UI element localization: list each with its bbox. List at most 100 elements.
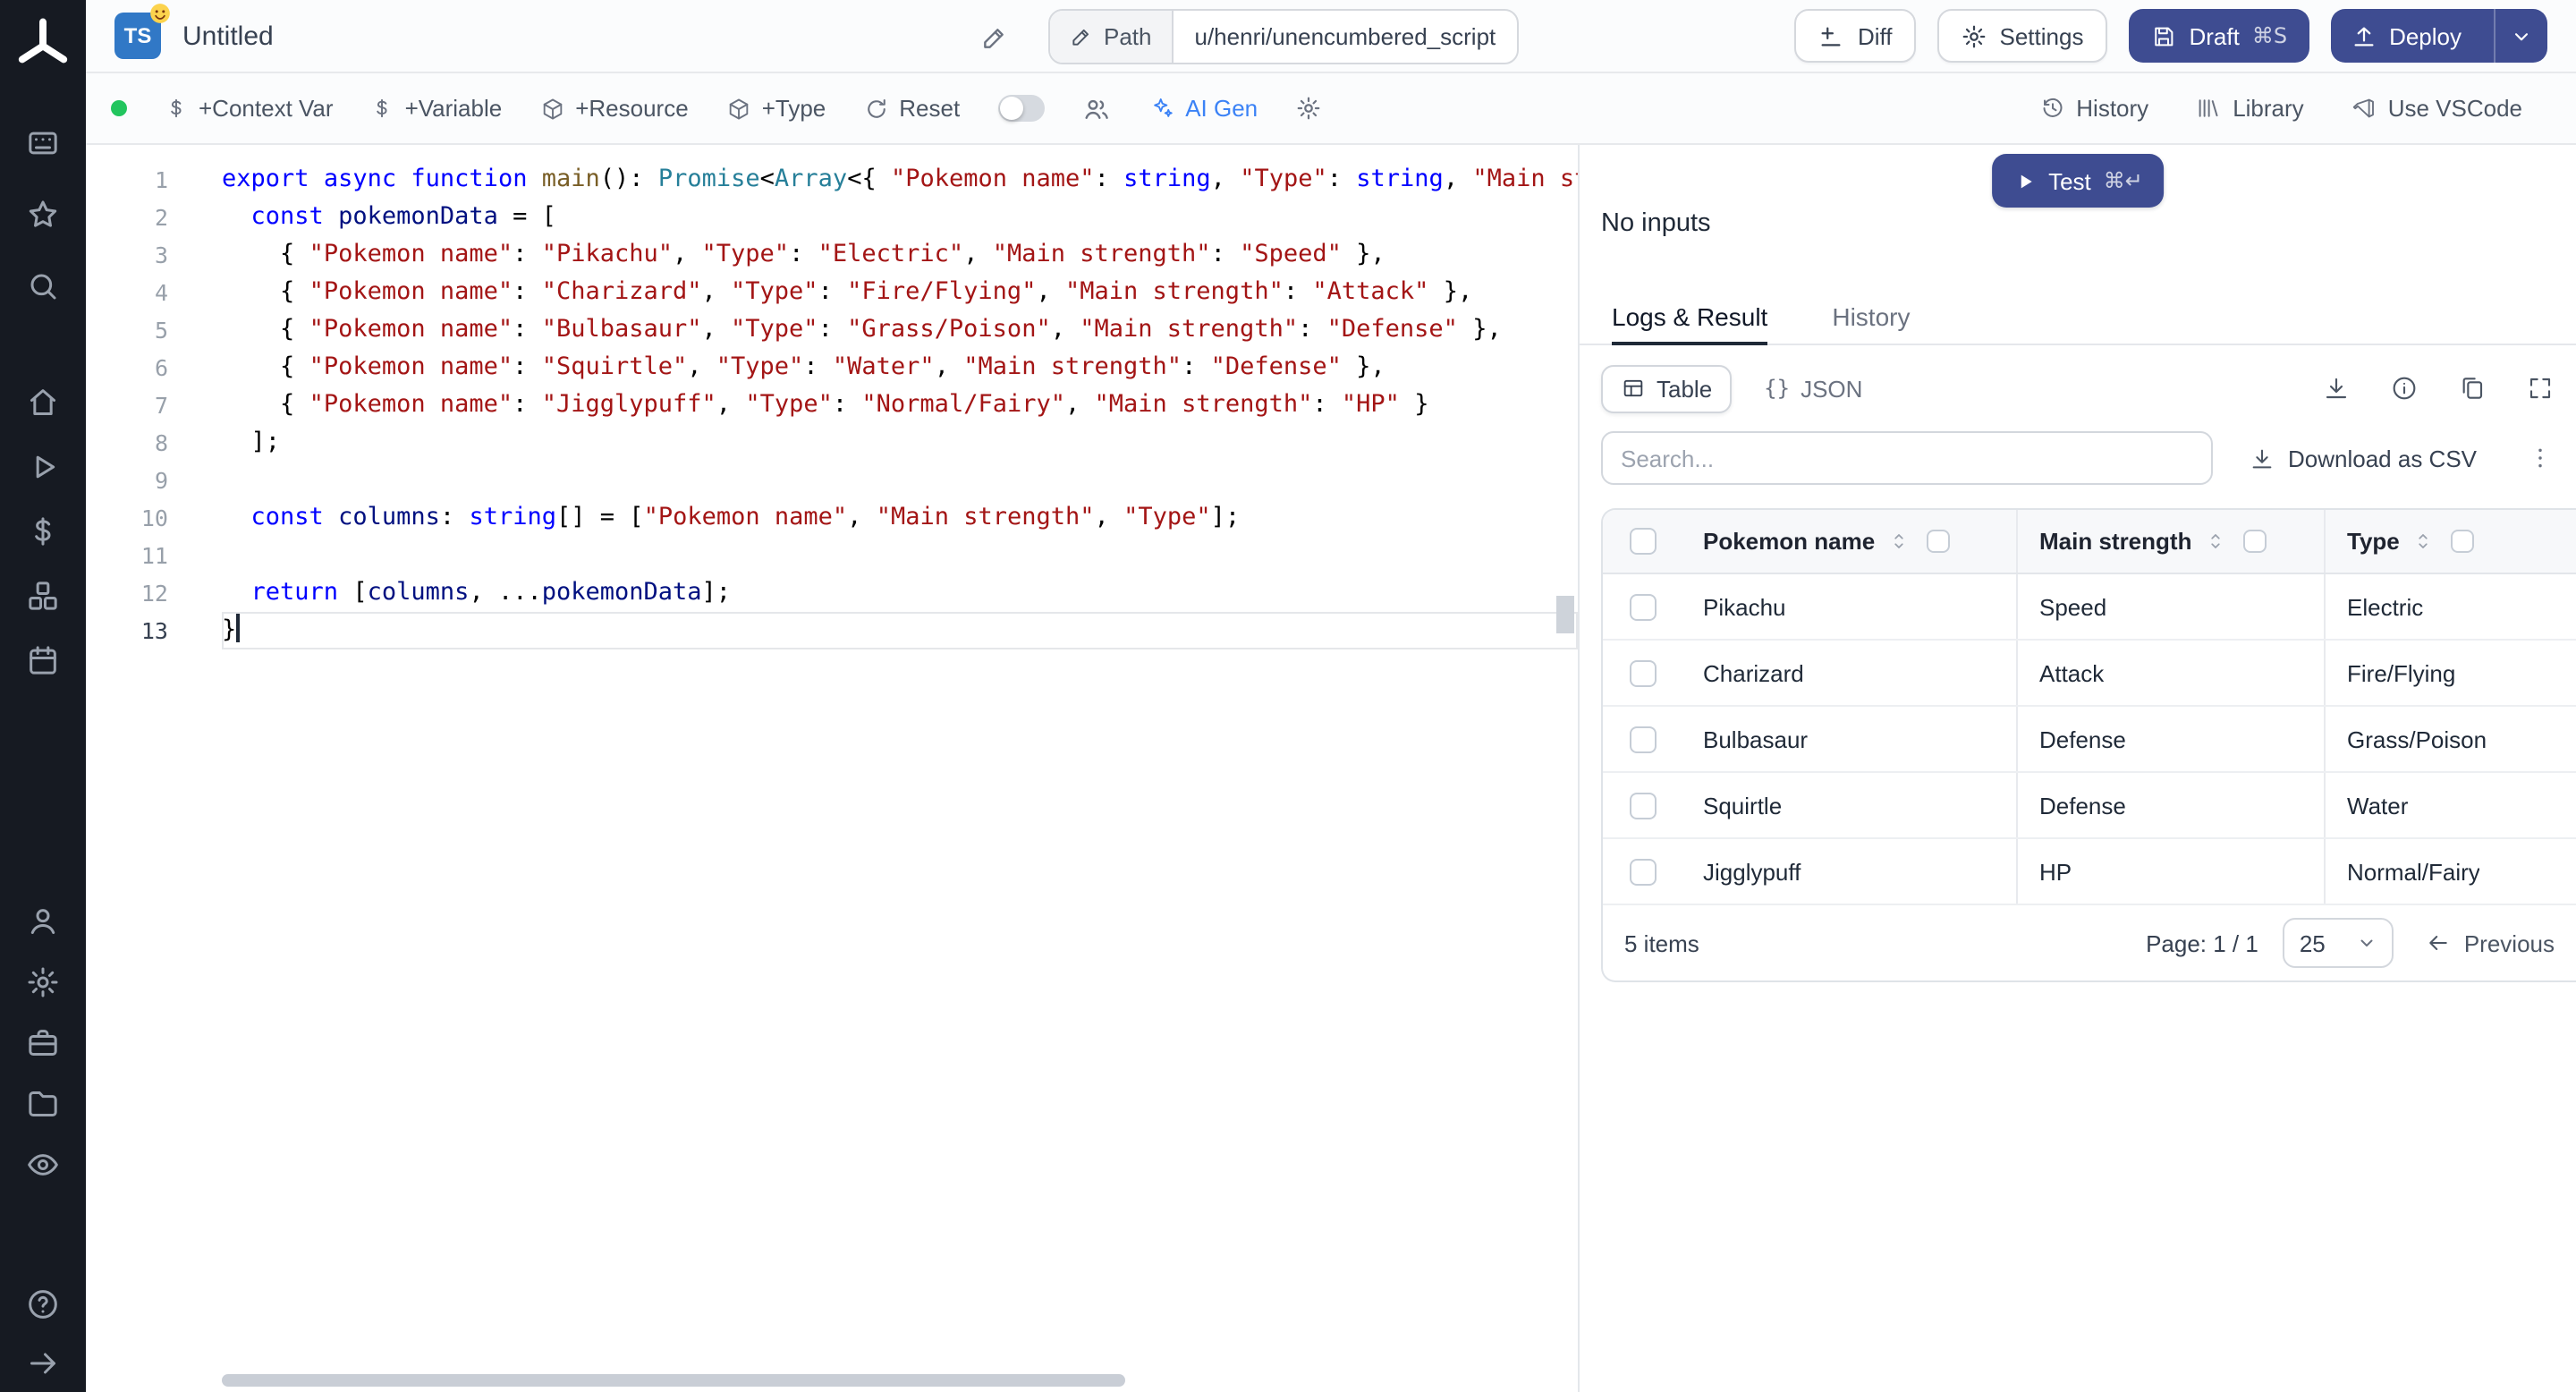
row-checkbox[interactable] xyxy=(1629,792,1656,819)
arrow-left-icon xyxy=(2427,930,2452,955)
code-line-2[interactable]: 2 const pokemonData = [ xyxy=(86,199,1578,236)
result-info-button[interactable] xyxy=(2390,374,2419,403)
table-row[interactable]: Jigglypuff HP Normal/Fairy xyxy=(1603,839,2576,905)
code-line-4[interactable]: 4 { "Pokemon name": "Charizard", "Type":… xyxy=(86,274,1578,311)
test-button[interactable]: Test ⌘↵ xyxy=(1991,154,2165,208)
history-button[interactable]: History xyxy=(2038,95,2148,122)
add-context-var-button[interactable]: +Context Var xyxy=(165,95,334,122)
column-header[interactable]: Pokemon name xyxy=(1682,510,2018,573)
dollar-icon xyxy=(371,97,394,120)
download-icon xyxy=(2322,374,2351,403)
search-input[interactable] xyxy=(1601,431,2213,485)
tab-logs-result[interactable]: Logs & Result xyxy=(1612,288,1768,345)
download-result-button[interactable] xyxy=(2322,374,2351,403)
status-dot xyxy=(111,100,127,116)
view-table-label: Table xyxy=(1657,375,1713,402)
expand-result-button[interactable] xyxy=(2526,374,2555,403)
table-row[interactable]: Squirtle Defense Water xyxy=(1603,773,2576,839)
table-cell: Grass/Poison xyxy=(2326,707,2576,771)
sort-icon[interactable] xyxy=(2204,530,2227,553)
gear-icon xyxy=(1961,22,1987,49)
table-cell: Fire/Flying xyxy=(2326,641,2576,705)
expand-sidebar-icon[interactable] xyxy=(25,1345,61,1381)
code-line-10[interactable]: 10 const columns: string[] = ["Pokemon n… xyxy=(86,499,1578,537)
settings-icon[interactable] xyxy=(25,964,61,1000)
help-icon[interactable] xyxy=(25,1286,61,1322)
code-editor[interactable]: 1 export async function main(): Promise<A… xyxy=(86,145,1578,1392)
row-checkbox-cell xyxy=(1603,839,1682,904)
folders-icon[interactable] xyxy=(25,1086,61,1122)
column-checkbox[interactable] xyxy=(2451,530,2475,553)
use-vscode-button[interactable]: Use VSCode xyxy=(2351,95,2522,122)
path-group[interactable]: Path u/henri/unencumbered_script xyxy=(1048,9,1520,64)
view-json-button[interactable]: {} JSON xyxy=(1753,364,1873,412)
edit-title-button[interactable] xyxy=(980,22,1009,51)
user-icon[interactable] xyxy=(25,904,61,939)
code-line-13[interactable]: 13} xyxy=(86,612,1578,649)
editor-settings-button[interactable] xyxy=(1295,95,1322,122)
runs-icon[interactable] xyxy=(25,449,61,485)
diff-button[interactable]: Diff xyxy=(1794,9,1916,63)
code-line-11[interactable]: 11 xyxy=(86,537,1578,574)
column-header[interactable]: Type xyxy=(2326,510,2576,573)
reset-button[interactable]: Reset xyxy=(863,95,960,122)
code-line-8[interactable]: 8 ]; xyxy=(86,424,1578,462)
line-number: 6 xyxy=(154,354,168,381)
copy-result-button[interactable] xyxy=(2458,374,2487,403)
tab-history[interactable]: History xyxy=(1832,288,1910,344)
row-checkbox[interactable] xyxy=(1629,726,1656,752)
ai-gen-button[interactable]: AI Gen xyxy=(1148,95,1258,122)
column-checkbox[interactable] xyxy=(1927,530,1951,553)
code-line-9[interactable]: 9 xyxy=(86,462,1578,499)
variables-icon[interactable] xyxy=(25,514,61,549)
multiplayer-toggle[interactable] xyxy=(997,95,1045,122)
code-text: } xyxy=(222,612,1578,649)
path-value: u/henri/unencumbered_script xyxy=(1194,23,1496,50)
code-line-3[interactable]: 3 { "Pokemon name": "Pikachu", "Type": "… xyxy=(86,236,1578,274)
home-icon[interactable] xyxy=(25,385,61,420)
column-checkbox[interactable] xyxy=(2243,530,2267,553)
line-number: 7 xyxy=(154,392,168,419)
row-checkbox[interactable] xyxy=(1629,659,1656,686)
more-options-button[interactable] xyxy=(2526,444,2555,472)
code-line-5[interactable]: 5 { "Pokemon name": "Bulbasaur", "Type":… xyxy=(86,311,1578,349)
row-checkbox[interactable] xyxy=(1629,593,1656,620)
view-table-button[interactable]: Table xyxy=(1601,364,1733,412)
star-icon[interactable] xyxy=(25,197,61,233)
page-size-select[interactable]: 25 xyxy=(2283,918,2394,968)
add-variable-button[interactable]: +Variable xyxy=(371,95,502,122)
previous-page-button[interactable]: Previous xyxy=(2427,929,2555,956)
deploy-button[interactable]: Deploy xyxy=(2330,9,2481,63)
library-button[interactable]: Library xyxy=(2195,95,2304,122)
sort-icon[interactable] xyxy=(1887,530,1911,553)
topbar: TS Untitled Path u/henri/unencumbered_sc… xyxy=(86,0,2576,73)
code-line-12[interactable]: 12 return [columns, ...pokemonData]; xyxy=(86,574,1578,612)
row-checkbox[interactable] xyxy=(1629,858,1656,885)
sort-icon[interactable] xyxy=(2412,530,2436,553)
multiplayer-users-button[interactable] xyxy=(1081,94,1110,123)
deploy-dropdown-button[interactable] xyxy=(2494,9,2547,63)
download-as-csv-button[interactable]: Download as CSV xyxy=(2249,445,2477,471)
table-row[interactable]: Charizard Attack Fire/Flying xyxy=(1603,641,2576,707)
table-row[interactable]: Pikachu Speed Electric xyxy=(1603,574,2576,641)
code-line-1[interactable]: 1 export async function main(): Promise<A… xyxy=(86,161,1578,199)
resources-icon[interactable] xyxy=(25,578,61,614)
code-line-6[interactable]: 6 { "Pokemon name": "Squirtle", "Type": … xyxy=(86,349,1578,386)
column-header[interactable]: Main strength xyxy=(2018,510,2326,573)
add-resource-button[interactable]: +Resource xyxy=(539,95,689,122)
horizontal-scrollbar[interactable] xyxy=(222,1374,1125,1387)
workers-icon[interactable] xyxy=(25,1025,61,1061)
code-text: const pokemonData = [ xyxy=(250,202,556,231)
audit-logs-icon[interactable] xyxy=(25,1147,61,1183)
code-line-7[interactable]: 7 { "Pokemon name": "Jigglypuff", "Type"… xyxy=(86,386,1578,424)
code-lines: 1 export async function main(): Promise<A… xyxy=(86,161,1578,649)
windmill-logo[interactable] xyxy=(13,14,73,75)
schedules-icon[interactable] xyxy=(25,642,61,678)
table-row[interactable]: Bulbasaur Defense Grass/Poison xyxy=(1603,707,2576,773)
add-type-button[interactable]: +Type xyxy=(726,95,826,122)
settings-button[interactable]: Settings xyxy=(1936,9,2107,63)
draft-button[interactable]: Draft ⌘S xyxy=(2128,9,2309,63)
search-icon[interactable] xyxy=(25,268,61,304)
select-all-checkbox[interactable] xyxy=(1629,528,1656,555)
keypad-icon[interactable] xyxy=(25,125,61,161)
